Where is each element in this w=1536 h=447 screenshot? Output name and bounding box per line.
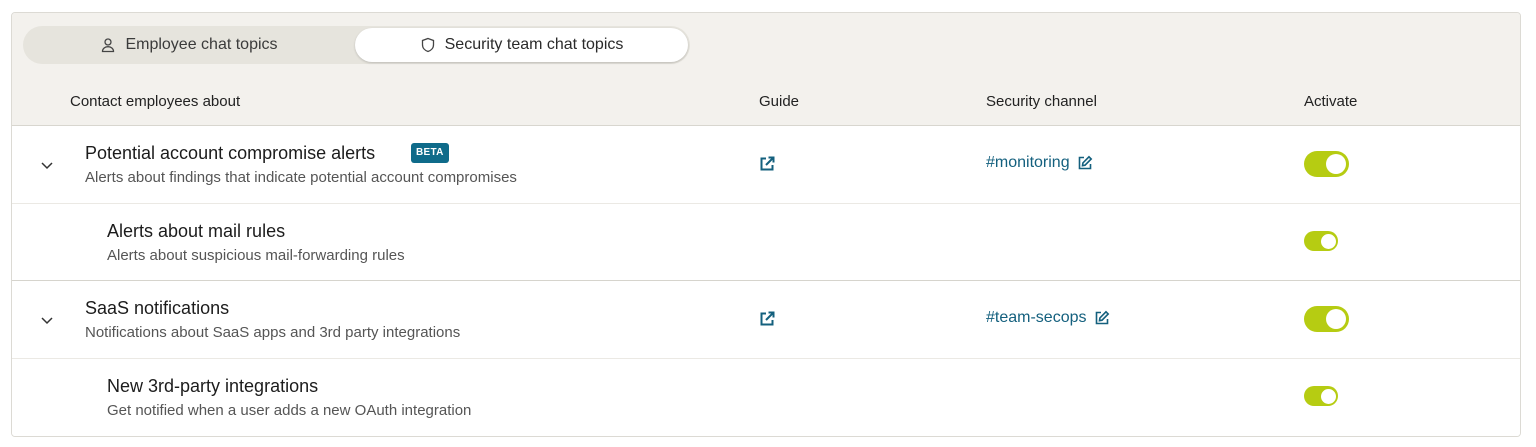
beta-badge: BETA xyxy=(411,143,449,163)
external-link-icon[interactable] xyxy=(758,310,776,328)
row-description: Notifications about SaaS apps and 3rd pa… xyxy=(85,324,461,341)
column-header-contact: Contact employees about xyxy=(70,93,241,110)
activate-toggle[interactable] xyxy=(1304,386,1338,406)
toggle-knob xyxy=(1326,309,1346,329)
row-title: New 3rd-party integrations xyxy=(107,376,319,396)
activate-toggle[interactable] xyxy=(1304,231,1338,251)
table-row: New 3rd-party integrations Get notified … xyxy=(12,359,1520,436)
row-title: Potential account compromise alerts xyxy=(85,143,376,163)
topic-tab-switcher: Employee chat topics Security team chat … xyxy=(23,26,690,64)
row-description: Alerts about suspicious mail-forwarding … xyxy=(107,247,405,264)
panel-header: Employee chat topics Security team chat … xyxy=(12,13,1520,126)
chat-topics-panel: Employee chat topics Security team chat … xyxy=(11,12,1521,437)
table-row: Potential account compromise alerts BETA… xyxy=(12,126,1520,203)
toggle-knob xyxy=(1320,233,1336,249)
chevron-down-icon[interactable] xyxy=(38,156,56,174)
column-header-security-channel: Security channel xyxy=(986,93,1097,110)
row-title: SaaS notifications xyxy=(85,298,230,318)
external-link-icon[interactable] xyxy=(758,155,776,173)
table-row: Alerts about mail rules Alerts about sus… xyxy=(12,204,1520,280)
user-icon xyxy=(102,38,115,53)
row-title: Alerts about mail rules xyxy=(107,221,286,241)
shield-icon xyxy=(421,37,434,53)
column-header-activate: Activate xyxy=(1304,93,1358,110)
toggle-knob xyxy=(1326,154,1346,174)
security-channel-link[interactable]: #monitoring xyxy=(986,154,1093,172)
edit-icon[interactable] xyxy=(1094,310,1110,326)
tab-security-team-chat-topics[interactable]: Security team chat topics xyxy=(355,28,688,62)
channel-name: #monitoring xyxy=(986,154,1070,171)
edit-icon[interactable] xyxy=(1077,155,1093,171)
channel-name: #team-secops xyxy=(986,309,1087,326)
chevron-down-icon[interactable] xyxy=(38,311,56,329)
row-description: Alerts about findings that indicate pote… xyxy=(85,169,517,186)
activate-toggle[interactable] xyxy=(1304,306,1349,332)
row-description: Get notified when a user adds a new OAut… xyxy=(107,402,472,419)
tab-employee-chat-topics[interactable]: Employee chat topics xyxy=(25,28,353,62)
security-channel-link[interactable]: #team-secops xyxy=(986,309,1110,327)
activate-toggle[interactable] xyxy=(1304,151,1349,177)
toggle-knob xyxy=(1320,388,1336,404)
table-row: SaaS notifications Notifications about S… xyxy=(12,281,1520,358)
column-header-guide: Guide xyxy=(759,93,800,110)
tab-label: Security team chat topics xyxy=(444,36,624,53)
tab-label: Employee chat topics xyxy=(125,36,278,53)
